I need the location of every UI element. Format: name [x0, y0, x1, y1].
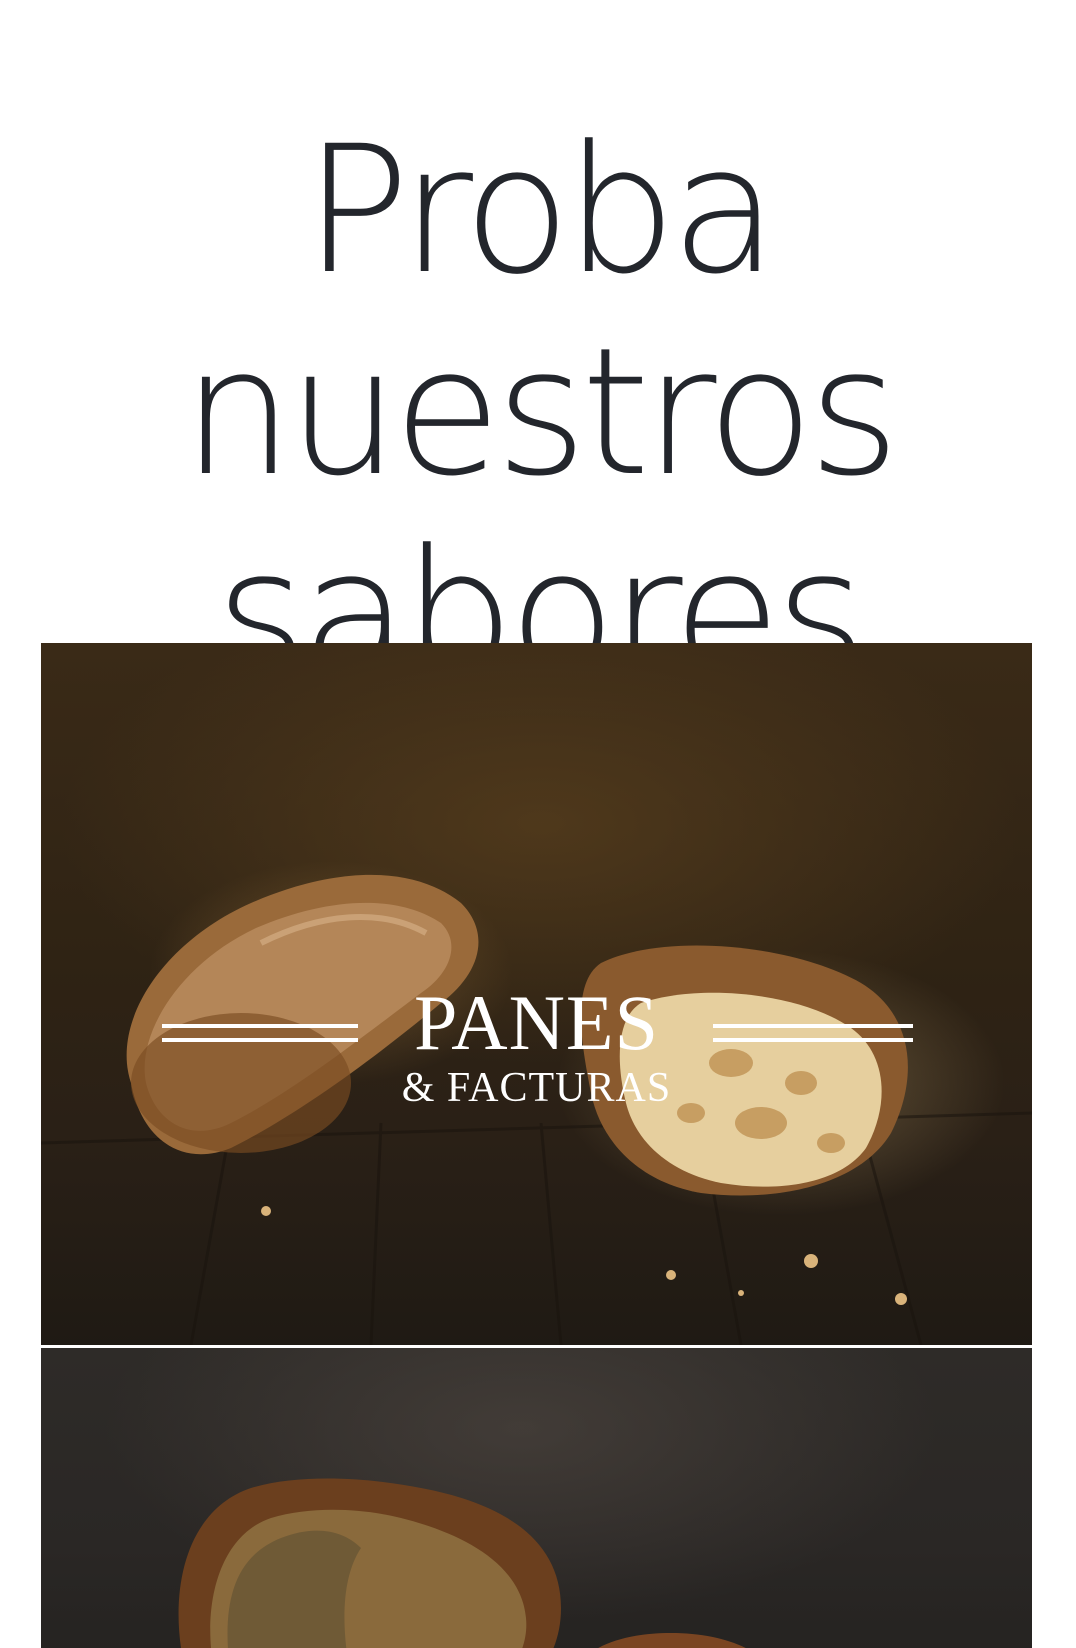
logo-main-text: PANES	[414, 979, 659, 1066]
logo-sub-text: & FACTURAS	[401, 1065, 672, 1111]
category-card-postres[interactable]	[41, 1348, 1032, 1648]
title-line-2: nuestros	[182, 309, 900, 515]
title-line-1: Proba	[303, 107, 779, 313]
panes-logo: PANES & FACTURAS	[41, 979, 1032, 1112]
logo-rule-left-top	[162, 1024, 358, 1028]
logo-rule-right-bottom	[713, 1038, 913, 1042]
page: Proba nuestros sabores PANES & FACTURAS	[0, 0, 1076, 1648]
logo-rule-left-bottom	[162, 1038, 358, 1042]
logo-rule-right-top	[713, 1024, 913, 1028]
muffin-photo	[178, 1478, 746, 1648]
page-title: Proba nuestros sabores	[0, 109, 1076, 716]
category-card-panes[interactable]: PANES & FACTURAS	[41, 643, 1032, 1345]
